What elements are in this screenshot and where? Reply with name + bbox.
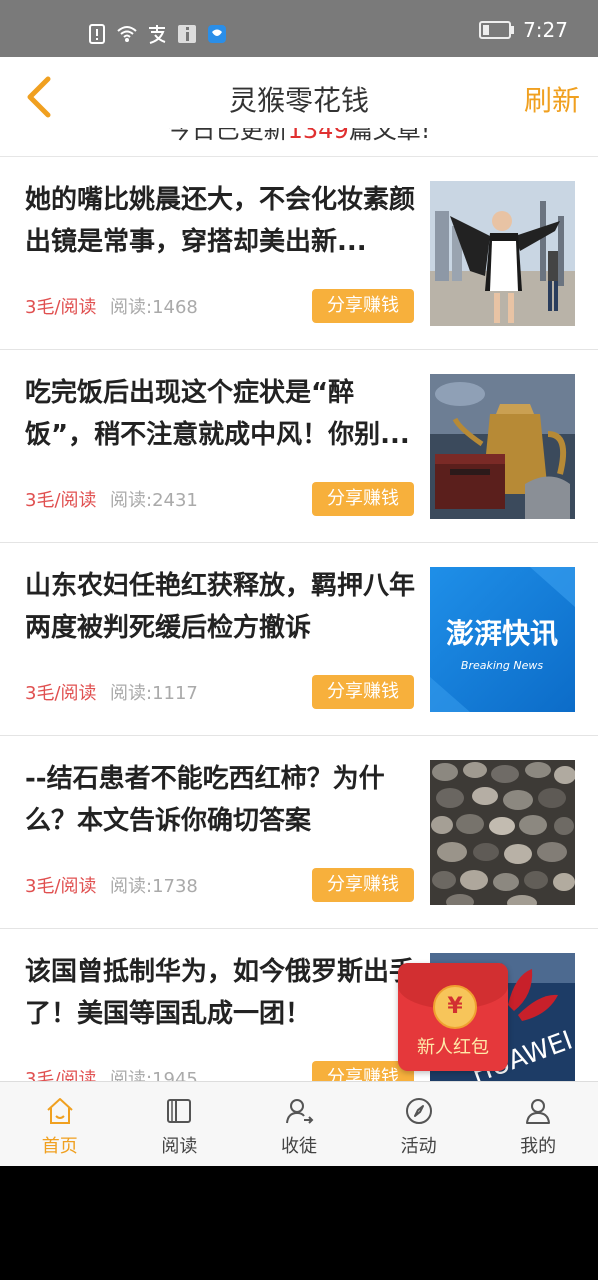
article-item[interactable]: 她的嘴比姚晨还大，不会化妆素颜出镜是常事，穿搭却美出新... 3毛/阅读 阅读:…: [0, 157, 598, 350]
status-icons: [86, 22, 228, 46]
page-title: 灵猴零花钱: [228, 84, 369, 117]
home-icon: [47, 1098, 73, 1124]
nav-label: 我的: [520, 1136, 557, 1157]
article-title[interactable]: --结石患者不能吃西红柿？为什么？本文告诉你确切答案: [25, 758, 415, 842]
user-add-icon: [285, 1099, 314, 1124]
wifi-icon: [116, 23, 138, 45]
notice-count: 1349: [287, 128, 349, 144]
alipay-icon: [146, 23, 168, 45]
article-rate: 3毛/阅读: [25, 297, 97, 318]
article-thumbnail[interactable]: 澎湃快讯 Breaking News: [430, 567, 575, 712]
photo-teapots-icon: [430, 374, 575, 519]
alert-icon: [86, 23, 108, 45]
article-reads: 阅读:1468: [110, 297, 198, 318]
info-icon: [176, 23, 198, 45]
status-right: 7:27: [479, 18, 568, 42]
share-earn-button[interactable]: 分享赚钱: [312, 868, 414, 902]
update-notice: 今日已更新1349篇文章!: [0, 128, 598, 157]
notice-prefix: 今日已更新: [167, 128, 288, 144]
breaking-news-logo-icon: 澎湃快讯 Breaking News: [430, 567, 575, 712]
notice-suffix: 篇文章!: [348, 128, 431, 144]
bottom-nav: 首页 阅读 收徒 活动 我的: [0, 1081, 598, 1166]
share-earn-button[interactable]: 分享赚钱: [312, 675, 414, 709]
article-thumbnail[interactable]: [430, 374, 575, 519]
article-item[interactable]: 山东农妇任艳红获释放，羁押八年两度被判死缓后检方撤诉 3毛/阅读 阅读:1117…: [0, 543, 598, 736]
article-title[interactable]: 山东农妇任艳红获释放，羁押八年两度被判死缓后检方撤诉: [25, 565, 415, 649]
article-title[interactable]: 吃完饭后出现这个症状是“醉饭”，稍不注意就成中风！你别...: [25, 372, 415, 456]
article-title[interactable]: 该国曾抵制华为，如今俄罗斯出手了！美国等国乱成一团！: [25, 951, 415, 1035]
new-user-red-packet[interactable]: ¥ 新人红包: [398, 963, 508, 1071]
yuan-coin-icon: ¥: [433, 985, 477, 1029]
refresh-button[interactable]: 刷新: [524, 79, 580, 119]
nav-label: 首页: [41, 1136, 78, 1157]
status-bar: 7:27: [0, 0, 598, 57]
battery-icon: [479, 21, 515, 39]
nav-label: 阅读: [161, 1136, 198, 1157]
article-item[interactable]: --结石患者不能吃西红柿？为什么？本文告诉你确切答案 3毛/阅读 阅读:1738…: [0, 736, 598, 929]
nav-mine[interactable]: 我的: [478, 1082, 598, 1166]
article-reads: 阅读:1117: [110, 683, 198, 704]
article-rate: 3毛/阅读: [25, 683, 97, 704]
nav-label: 活动: [400, 1136, 437, 1157]
nav-home[interactable]: 首页: [0, 1082, 120, 1166]
book-icon: [167, 1099, 192, 1123]
status-time: 7:27: [523, 18, 568, 42]
article-reads: 阅读:2431: [110, 490, 198, 511]
nav-read[interactable]: 阅读: [120, 1082, 240, 1166]
article-reads: 阅读:1738: [110, 876, 198, 897]
article-title[interactable]: 她的嘴比姚晨还大，不会化妆素颜出镜是常事，穿搭却美出新...: [25, 179, 415, 263]
app-screen: 7:27 灵猴零花钱 刷新 今日已更新1349篇文章! 她的嘴比姚晨还大，不会化…: [0, 0, 598, 1166]
share-earn-button[interactable]: 分享赚钱: [312, 482, 414, 516]
article-list: 她的嘴比姚晨还大，不会化妆素颜出镜是常事，穿搭却美出新... 3毛/阅读 阅读:…: [0, 157, 598, 1122]
article-rate: 3毛/阅读: [25, 490, 97, 511]
article-thumbnail[interactable]: [430, 760, 575, 905]
compass-icon: [405, 1098, 432, 1124]
red-packet-label: 新人红包: [417, 1037, 489, 1058]
nav-activity[interactable]: 活动: [359, 1082, 479, 1166]
nav-label: 收徒: [280, 1136, 317, 1157]
article-thumbnail[interactable]: [430, 181, 575, 326]
photo-pebbles-icon: [430, 760, 575, 905]
photo-woman-city-icon: [430, 181, 575, 326]
article-rate: 3毛/阅读: [25, 876, 97, 897]
nav-recruit[interactable]: 收徒: [239, 1082, 359, 1166]
app-notification-icon: [206, 23, 228, 45]
person-icon: [526, 1099, 551, 1124]
thumb-subtitle: Breaking News: [461, 659, 543, 672]
share-earn-button[interactable]: 分享赚钱: [312, 289, 414, 323]
article-item[interactable]: 吃完饭后出现这个症状是“醉饭”，稍不注意就成中风！你别... 3毛/阅读 阅读:…: [0, 350, 598, 543]
thumb-title: 澎湃快讯: [446, 617, 558, 650]
